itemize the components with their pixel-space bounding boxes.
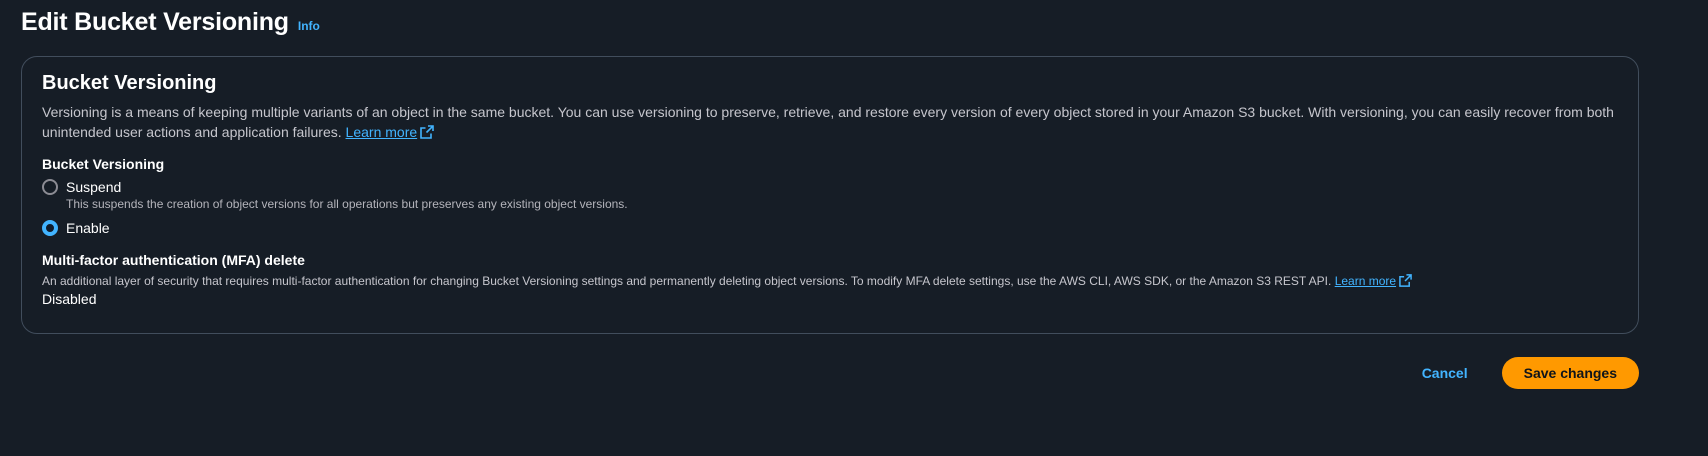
bucket-versioning-field-label: Bucket Versioning — [42, 156, 165, 172]
mfa-delete-description: An additional layer of security that req… — [42, 274, 1618, 288]
info-link[interactable]: Info — [298, 19, 320, 33]
learn-more-link[interactable]: Learn more — [346, 124, 435, 140]
page-title: Edit Bucket Versioning — [21, 8, 289, 36]
versioning-description: Versioning is a means of keeping multipl… — [42, 102, 1642, 142]
page-header: Edit Bucket Versioning Info — [21, 8, 320, 37]
radio-option-suspend[interactable]: Suspend — [42, 179, 1618, 195]
learn-more-label: Learn more — [345, 124, 418, 140]
save-changes-button[interactable]: Save changes — [1501, 357, 1639, 389]
mfa-description-text: An additional layer of security that req… — [42, 274, 1332, 288]
mfa-delete-status: Disabled — [42, 291, 97, 307]
form-actions: Cancel Save changes — [1416, 357, 1639, 389]
external-link-icon — [420, 125, 434, 139]
panel-title: Bucket Versioning — [42, 72, 217, 94]
cancel-button[interactable]: Cancel — [1416, 364, 1474, 382]
radio-label-suspend: Suspend — [66, 179, 122, 195]
edit-bucket-versioning-page: Edit Bucket Versioning Info Bucket Versi… — [0, 0, 1708, 456]
radio-selected-icon[interactable] — [42, 220, 58, 236]
versioning-description-text: Versioning is a means of keeping multipl… — [42, 104, 1614, 140]
radio-option-enable[interactable]: Enable — [42, 220, 1618, 236]
radio-hint-suspend: This suspends the creation of object ver… — [66, 197, 628, 211]
bucket-versioning-panel: Bucket Versioning Versioning is a means … — [21, 56, 1639, 334]
mfa-learn-more-label: Learn more — [1334, 274, 1397, 288]
radio-label-enable: Enable — [66, 220, 110, 236]
external-link-icon — [1399, 274, 1412, 287]
mfa-delete-title: Multi-factor authentication (MFA) delete — [42, 252, 305, 268]
mfa-learn-more-link[interactable]: Learn more — [1335, 274, 1412, 288]
radio-unselected-icon[interactable] — [42, 179, 58, 195]
